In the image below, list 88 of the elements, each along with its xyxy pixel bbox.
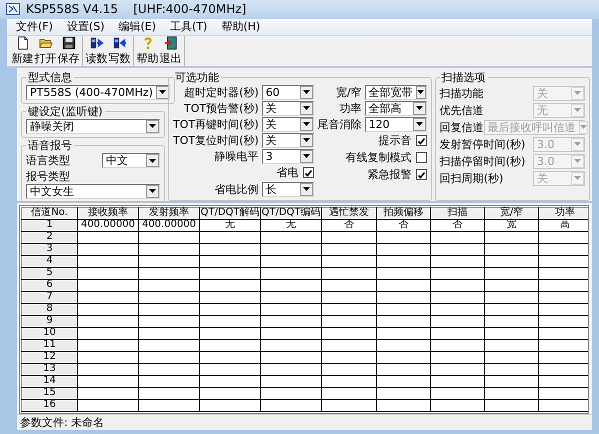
group-title: 扫描选项: [440, 70, 487, 85]
toolbar-button[interactable]: 打开: [34, 36, 57, 66]
dropdown[interactable]: PT558S (400-470MHz): [26, 84, 170, 100]
field-label: 提示音: [378, 133, 412, 148]
column-header: 接收频率: [78, 207, 138, 220]
group-title: 键设定(监听键): [27, 104, 104, 119]
table-cell: 400.00000: [78, 219, 138, 232]
dropdown[interactable]: 全部高: [364, 100, 427, 116]
row-header: 6: [22, 279, 78, 292]
dropdown[interactable]: 全部宽带: [364, 84, 427, 100]
row-header: 7: [22, 291, 78, 304]
dropdown[interactable]: 中文女生: [26, 184, 160, 199]
table-cell: 否: [430, 219, 484, 232]
dropdown[interactable]: 60: [262, 84, 314, 100]
field-label: TOT再键时间(秒): [173, 116, 259, 132]
column-header: 拍频偏移: [376, 207, 430, 220]
row-header: 1: [22, 219, 78, 232]
menu-item[interactable]: 设置(S): [60, 19, 112, 34]
menu-item[interactable]: 工具(T): [163, 19, 214, 34]
dropdown[interactable]: 长: [262, 182, 314, 197]
field-label: 报号类型: [26, 170, 70, 183]
dropdown[interactable]: 静噪关闭: [26, 118, 160, 134]
table-cell: 宽: [484, 219, 538, 232]
table-cell: 否: [376, 219, 430, 232]
field-label: 扫描停留时间(秒): [440, 154, 526, 169]
row-header: 4: [22, 255, 78, 268]
dropdown[interactable]: 120: [364, 116, 427, 132]
row-header: 8: [22, 303, 78, 316]
toolbar-button[interactable]: 帮助: [136, 36, 159, 66]
dropdown[interactable]: 中文: [102, 153, 160, 168]
dropdown[interactable]: 关: [262, 116, 314, 132]
field-label: TOT复位时间(秒): [173, 132, 259, 148]
field-label: 发射暂停时间(秒): [440, 136, 526, 152]
field-label: 优先信道: [440, 102, 484, 118]
column-header: 信道No.: [22, 207, 78, 220]
column-header: 扫描: [430, 207, 484, 220]
column-header: QT/DQT编码: [260, 207, 322, 220]
field-label: 超时定时器(秒): [184, 84, 259, 100]
field-label: 省电比例: [214, 182, 259, 197]
table-cell: 否: [322, 219, 376, 232]
dropdown[interactable]: 关: [262, 132, 314, 148]
toolbar-button[interactable]: 新建: [11, 36, 34, 66]
field-label: 紧急报警: [368, 167, 412, 182]
status-text: 参数文件: 未命名: [20, 414, 104, 430]
column-header: 功率: [538, 207, 588, 220]
row-header: 3: [22, 243, 78, 256]
table-cell: 无: [260, 219, 322, 232]
dropdown[interactable]: 关: [262, 100, 314, 116]
row-header: 2: [22, 231, 78, 244]
group-title: 型式信息: [27, 70, 73, 85]
field-label: 语言类型: [26, 153, 70, 168]
dropdown[interactable]: 3: [262, 148, 314, 164]
menu-item[interactable]: 编辑(E): [112, 19, 164, 34]
field-label: 宽/窄: [336, 84, 362, 100]
field-label: 尾音消除: [318, 116, 362, 132]
group-title: 可选功能: [174, 70, 220, 85]
toolbar-button[interactable]: 写数: [108, 36, 131, 66]
table-cell: 400.00000: [138, 219, 200, 232]
row-header: 11: [22, 339, 78, 352]
window-title: KSP558S V4.15 [UHF:400-470MHz]: [26, 2, 246, 16]
row-header: 10: [22, 327, 78, 340]
row-header: 5: [22, 267, 78, 280]
row-header: 9: [22, 315, 78, 328]
column-header: QT/DQT解码: [200, 207, 260, 220]
field-label: TOT预告警(秒): [184, 100, 259, 116]
field-label: 静噪电平: [214, 148, 259, 164]
toolbar-button[interactable]: 保存: [57, 36, 80, 66]
toolbar-button[interactable]: 读数: [85, 36, 108, 66]
field-label: 回扫周期(秒): [440, 170, 504, 186]
field-label: 扫描功能: [440, 86, 484, 101]
row-header: 12: [22, 351, 78, 364]
toolbar-button[interactable]: 退出: [159, 36, 182, 66]
field-label: 有线复制模式: [346, 150, 412, 166]
column-header: 发射频率: [138, 207, 200, 220]
row-header: 16: [22, 399, 78, 412]
table-cell: 高: [538, 219, 588, 232]
row-header: 15: [22, 387, 78, 400]
table-cell: 无: [200, 219, 260, 232]
field-label: 回复信道: [440, 120, 484, 135]
group-title: 语音报号: [27, 138, 73, 153]
field-label: 省电: [276, 165, 299, 180]
menu-item[interactable]: 文件(F): [9, 19, 60, 34]
menu-item[interactable]: 帮助(H): [214, 19, 268, 34]
row-header: 13: [22, 363, 78, 376]
column-header: 宽/窄: [484, 207, 538, 220]
row-header: 14: [22, 375, 78, 388]
field-label: 功率: [340, 100, 362, 116]
column-header: 遇忙禁发: [322, 207, 376, 220]
